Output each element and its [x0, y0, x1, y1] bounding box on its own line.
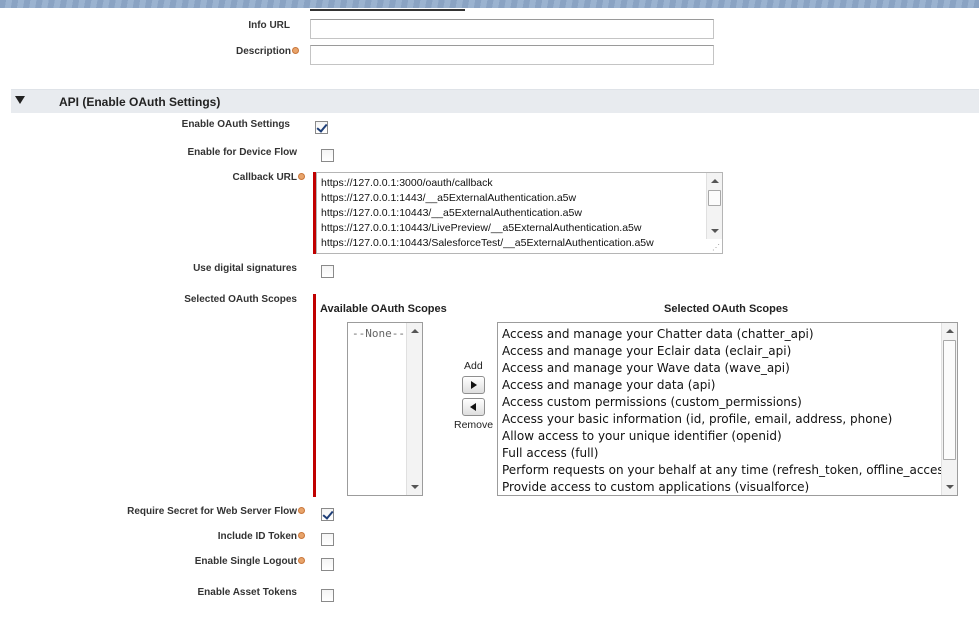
- add-label: Add: [464, 360, 483, 372]
- device-flow-label: Enable for Device Flow: [187, 147, 297, 158]
- callback-url-line: https://127.0.0.1:10443/SalesforceTest/_…: [321, 237, 654, 249]
- selected-scopes-label: Selected OAuth Scopes: [184, 294, 297, 305]
- add-button[interactable]: [462, 376, 485, 394]
- info-url-label: Info URL: [248, 20, 290, 31]
- scroll-thumb[interactable]: [708, 190, 721, 206]
- digital-signatures-checkbox[interactable]: [321, 265, 334, 278]
- help-icon[interactable]: [292, 47, 299, 54]
- resize-grip-icon[interactable]: ⋰: [712, 243, 720, 252]
- remove-label: Remove: [454, 419, 494, 431]
- list-item[interactable]: Access custom permissions (custom_permis…: [502, 395, 802, 409]
- include-id-token-checkbox[interactable]: [321, 533, 334, 546]
- help-icon[interactable]: [298, 532, 305, 539]
- list-item[interactable]: Provide access to custom applications (v…: [502, 480, 809, 494]
- device-flow-checkbox[interactable]: [321, 149, 334, 162]
- help-icon[interactable]: [298, 507, 305, 514]
- callback-url-label: Callback URL: [233, 172, 305, 183]
- require-secret-label: Require Secret for Web Server Flow: [127, 506, 305, 517]
- list-item[interactable]: Access and manage your Wave data (wave_a…: [502, 361, 790, 375]
- description-input[interactable]: [310, 45, 714, 65]
- asset-tokens-checkbox[interactable]: [321, 589, 334, 602]
- list-item[interactable]: Access and manage your Chatter data (cha…: [502, 327, 814, 341]
- callback-url-line: https://127.0.0.1:10443/LivePreview/__a5…: [321, 222, 642, 234]
- arrow-right-icon: [471, 381, 477, 389]
- available-scopes-header: Available OAuth Scopes: [320, 303, 447, 315]
- callback-url-line: https://127.0.0.1:10443/__a5ExternalAuth…: [321, 207, 582, 219]
- help-icon[interactable]: [298, 173, 305, 180]
- available-scopes-scrollbar[interactable]: [406, 323, 422, 495]
- list-item[interactable]: Access your basic information (id, profi…: [502, 412, 892, 426]
- arrow-left-icon: [470, 403, 476, 411]
- selected-scopes-list[interactable]: Access and manage your Chatter data (cha…: [497, 322, 958, 496]
- enable-oauth-checkbox[interactable]: [315, 121, 328, 134]
- callback-url-scrollbar[interactable]: [706, 173, 722, 239]
- remove-button[interactable]: [462, 398, 485, 416]
- callback-url-line: https://127.0.0.1:3000/oauth/callback: [321, 177, 493, 189]
- include-id-token-label: Include ID Token: [218, 531, 305, 542]
- scroll-up-icon[interactable]: [711, 179, 719, 183]
- list-item[interactable]: --None--: [352, 327, 405, 340]
- list-item[interactable]: Perform requests on your behalf at any t…: [502, 463, 955, 477]
- selected-scopes-scrollbar[interactable]: [941, 323, 957, 495]
- help-icon[interactable]: [298, 557, 305, 564]
- require-secret-checkbox[interactable]: [321, 508, 334, 521]
- info-url-input[interactable]: [310, 19, 714, 39]
- scroll-up-icon[interactable]: [411, 329, 419, 333]
- list-item[interactable]: Full access (full): [502, 446, 598, 460]
- section-title: API (Enable OAuth Settings): [59, 95, 221, 109]
- page-header-band: [0, 0, 979, 8]
- scroll-up-icon[interactable]: [946, 329, 954, 333]
- scroll-down-icon[interactable]: [711, 229, 719, 233]
- enable-oauth-label: Enable OAuth Settings: [181, 119, 290, 130]
- digital-signatures-label: Use digital signatures: [193, 263, 297, 274]
- list-item[interactable]: Access and manage your Eclair data (ecla…: [502, 344, 791, 358]
- callback-url-lines: https://127.0.0.1:3000/oauth/callback ht…: [321, 176, 654, 251]
- description-label: Description: [236, 46, 299, 57]
- oauth-section-header[interactable]: API (Enable OAuth Settings): [11, 89, 979, 113]
- list-item[interactable]: Access and manage your data (api): [502, 378, 715, 392]
- collapse-arrow-icon[interactable]: [15, 96, 25, 104]
- callback-url-textarea[interactable]: https://127.0.0.1:3000/oauth/callback ht…: [316, 172, 723, 254]
- required-indicator: [313, 294, 316, 497]
- selected-scopes-header: Selected OAuth Scopes: [664, 303, 789, 315]
- scroll-thumb[interactable]: [943, 340, 956, 460]
- scroll-down-icon[interactable]: [946, 485, 954, 489]
- single-logout-label: Enable Single Logout: [195, 556, 305, 567]
- callback-url-line: https://127.0.0.1:1443/__a5ExternalAuthe…: [321, 192, 577, 204]
- asset-tokens-label: Enable Asset Tokens: [197, 587, 297, 598]
- scroll-down-icon[interactable]: [411, 485, 419, 489]
- available-scopes-list[interactable]: --None--: [347, 322, 423, 496]
- header-underline: [310, 9, 465, 11]
- list-item[interactable]: Allow access to your unique identifier (…: [502, 429, 782, 443]
- single-logout-checkbox[interactable]: [321, 558, 334, 571]
